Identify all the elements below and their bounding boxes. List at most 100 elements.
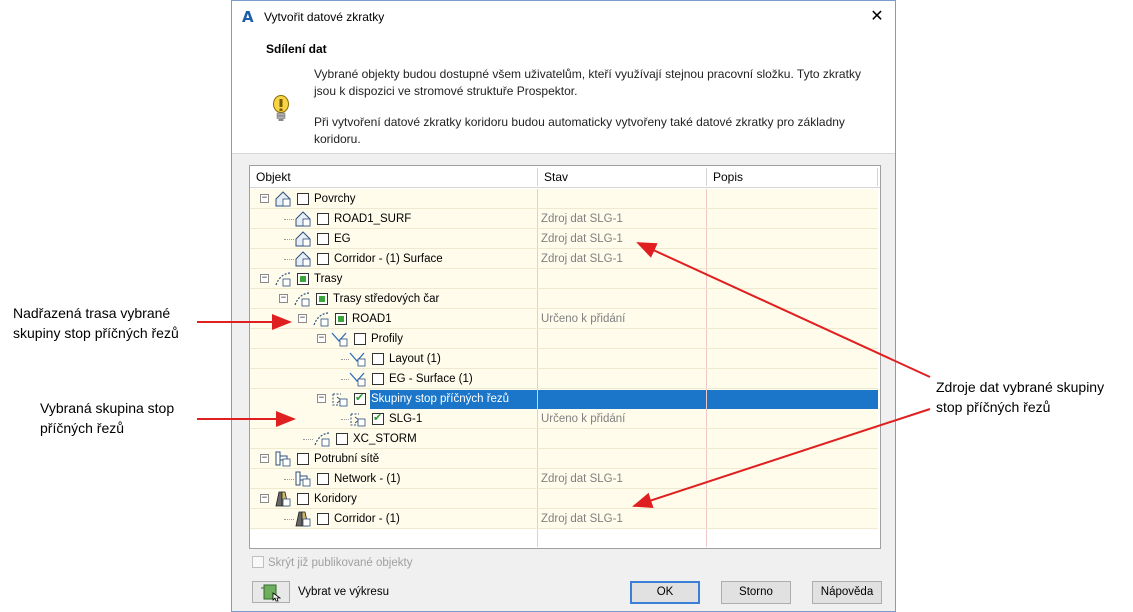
collapse-icon[interactable]: − (298, 314, 307, 323)
tree-row-corridor[interactable]: Corridor - (1) Zdroj dat SLG-1 (250, 509, 878, 529)
checkbox[interactable] (317, 473, 329, 485)
cell-separator (537, 489, 538, 509)
checkbox[interactable] (297, 193, 309, 205)
checkbox[interactable] (297, 453, 309, 465)
annotation-line: Zdroje dat vybrané skupiny (936, 379, 1105, 395)
tree-row-network[interactable]: Network - (1) Zdroj dat SLG-1 (250, 469, 878, 489)
alignment-icon (314, 432, 330, 447)
tree-row-trasy[interactable]: − Trasy (250, 269, 878, 289)
checkbox[interactable] (317, 253, 329, 265)
tree-label: EG (334, 233, 351, 245)
ok-button[interactable]: OK (630, 581, 700, 604)
tree-row-slg-1[interactable]: SLG-1 Určeno k přidání (250, 409, 878, 429)
collapse-icon[interactable]: − (317, 334, 326, 343)
tree-label: ROAD1_SURF (334, 213, 412, 225)
status-cell: Zdroj dat SLG-1 (541, 473, 623, 485)
surface-icon (295, 251, 311, 267)
close-icon[interactable]: ✕ (869, 6, 885, 26)
tree-row-corridors[interactable]: − Koridory (250, 489, 878, 509)
tree-connector (284, 479, 294, 480)
tree-row-profiles[interactable]: − Profily (250, 329, 878, 349)
cell-separator (537, 349, 538, 369)
pick-in-drawing-button[interactable] (252, 581, 290, 603)
column-header-status[interactable]: Stav (538, 166, 706, 188)
tree-row-sample-line-groups[interactable]: − Skupiny stop příčných řezů (250, 389, 878, 409)
cell-separator (537, 449, 538, 469)
tree-row-povrchy[interactable]: − Povrchy (250, 189, 878, 209)
info-header: Sdílení dat Vybrané objekty budou dostup… (232, 34, 895, 154)
checkbox[interactable] (335, 313, 347, 325)
surface-icon (275, 191, 291, 207)
checkbox-checked[interactable] (354, 391, 366, 405)
annotation-line: Nadřazená trasa vybrané (13, 305, 171, 321)
tree-row-road1[interactable]: − ROAD1 Určeno k přidání (250, 309, 878, 329)
tree-row-xc-storm[interactable]: XC_STORM (250, 429, 878, 449)
tree-row-centerline-alignments[interactable]: − Trasy středových čar (250, 289, 878, 309)
checkbox[interactable] (354, 333, 366, 345)
column-header-description[interactable]: Popis (707, 166, 877, 188)
annotation-line: příčných řezů (40, 420, 125, 436)
cell-separator (537, 329, 538, 349)
checkbox[interactable] (316, 293, 328, 305)
tree-label: Network - (1) (334, 473, 401, 485)
tree-row-eg[interactable]: EG Zdroj dat SLG-1 (250, 229, 878, 249)
cancel-button[interactable]: Storno (721, 581, 791, 604)
cell-separator (537, 269, 538, 289)
collapse-icon[interactable]: − (260, 274, 269, 283)
column-separator (877, 168, 878, 186)
tree-connector (341, 379, 349, 380)
checkbox[interactable] (317, 213, 329, 225)
cell-separator (537, 289, 538, 309)
annotation-line: Vybraná skupina stop (40, 400, 175, 416)
cell-separator (537, 229, 538, 249)
tree-row-road1-surf[interactable]: ROAD1_SURF Zdroj dat SLG-1 (250, 209, 878, 229)
cell-separator (706, 529, 707, 547)
tree-row-eg-surface-profile[interactable]: EG - Surface (1) (250, 369, 878, 389)
cell-separator (537, 209, 538, 229)
tree-label: Koridory (314, 493, 357, 505)
checkbox[interactable] (297, 273, 309, 285)
alignment-icon (275, 272, 291, 287)
tree-label: XC_STORM (353, 433, 417, 445)
checkbox-checked[interactable] (372, 411, 384, 425)
pick-in-drawing-label: Vybrat ve výkresu (298, 586, 389, 598)
checkbox[interactable] (336, 433, 348, 445)
help-button[interactable]: Nápověda (812, 581, 882, 604)
tree-label: ROAD1 (352, 313, 392, 325)
tree-connector (284, 239, 294, 240)
checkbox[interactable] (372, 353, 384, 365)
alignment-icon (313, 312, 329, 327)
hide-published-checkbox[interactable]: Skrýt již publikované objekty (252, 556, 412, 569)
cell-separator (537, 369, 538, 389)
pipe-network-icon (275, 451, 291, 467)
info-paragraph-2: Při vytvoření datové zkratky koridoru bu… (314, 115, 845, 146)
tree-label: Corridor - (1) Surface (334, 253, 443, 265)
cell-separator (706, 209, 707, 229)
sample-line-group-icon (350, 413, 366, 427)
checkbox[interactable] (297, 493, 309, 505)
tree-connector (341, 359, 349, 360)
collapse-icon[interactable]: − (260, 494, 269, 503)
collapse-icon[interactable]: − (260, 194, 269, 203)
tree-row-corridor-surface[interactable]: Corridor - (1) Surface Zdroj dat SLG-1 (250, 249, 878, 269)
collapse-icon[interactable]: − (260, 454, 269, 463)
checkbox[interactable] (317, 233, 329, 245)
header-title: Sdílení dat (266, 42, 327, 56)
annotation-line: stop příčných řezů (936, 399, 1051, 415)
pick-in-drawing-icon (261, 584, 282, 602)
cell-separator (537, 249, 538, 269)
tree-row-pipe-networks[interactable]: − Potrubní sítě (250, 449, 878, 469)
checkbox-disabled[interactable] (252, 556, 264, 568)
collapse-icon[interactable]: − (279, 294, 288, 303)
cell-separator (706, 329, 707, 349)
checkbox[interactable] (372, 373, 384, 385)
profile-icon (349, 372, 366, 387)
column-header-object[interactable]: Objekt (250, 166, 537, 188)
tree-row-layout[interactable]: Layout (1) (250, 349, 878, 369)
checkbox[interactable] (317, 513, 329, 525)
collapse-icon[interactable]: − (317, 394, 326, 403)
tree-label: Trasy (314, 273, 343, 285)
cell-separator (706, 409, 707, 429)
cell-separator (537, 389, 538, 409)
cell-separator (706, 309, 707, 329)
